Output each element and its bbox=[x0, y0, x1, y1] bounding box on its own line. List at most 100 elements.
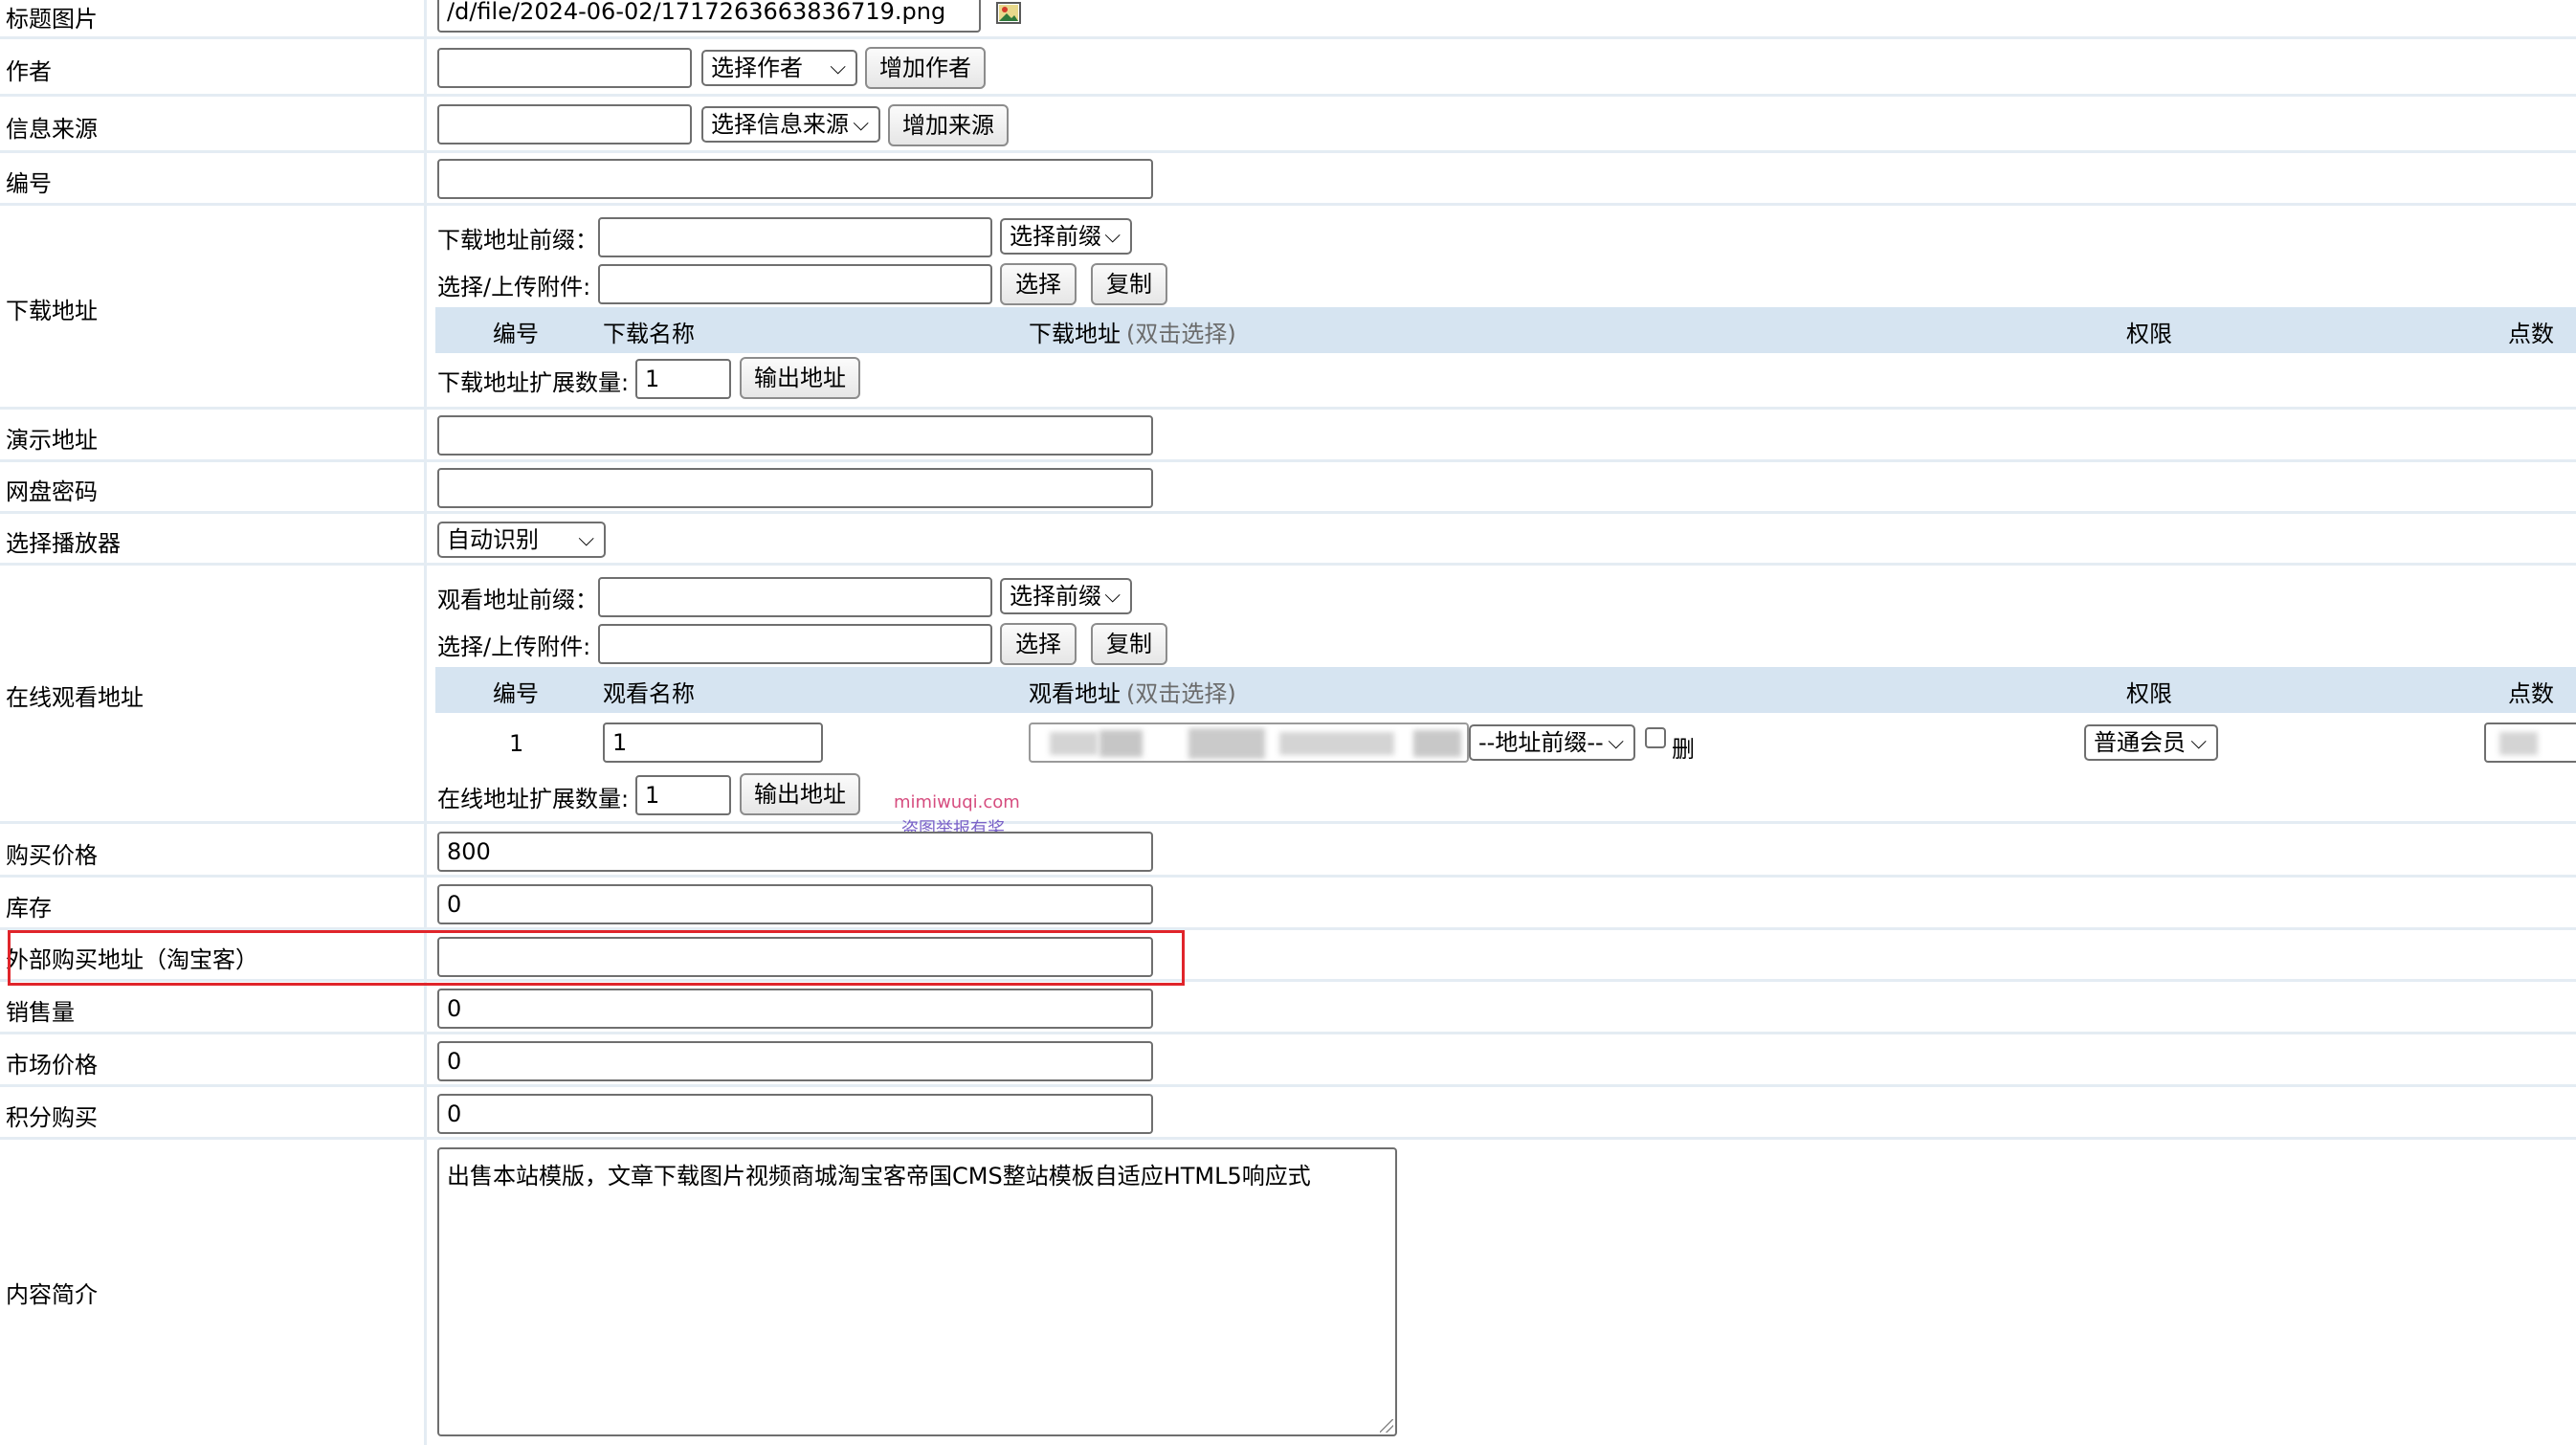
online-prefix-input[interactable] bbox=[598, 577, 992, 617]
online-upload-input[interactable] bbox=[598, 624, 992, 664]
stock-label: 库存 bbox=[6, 895, 52, 922]
online-row-url-input[interactable] bbox=[1029, 722, 1469, 763]
online-row-points-input[interactable] bbox=[2484, 722, 2576, 763]
highlight-box bbox=[8, 930, 1185, 986]
author-input[interactable] bbox=[437, 48, 692, 88]
col-number: 编号 bbox=[493, 680, 539, 707]
market-price-input[interactable]: 0 bbox=[437, 1041, 1153, 1081]
online-prefix-label: 观看地址前缀： bbox=[437, 587, 598, 613]
price-input[interactable]: 800 bbox=[437, 832, 1153, 872]
row-serial: 编号 bbox=[0, 153, 2576, 206]
demo-label: 演示地址 bbox=[6, 427, 98, 454]
pan-password-label: 网盘密码 bbox=[6, 478, 98, 505]
points-buy-input[interactable]: 0 bbox=[437, 1094, 1153, 1134]
col-download-url: 下载地址 bbox=[1029, 321, 1121, 347]
serial-label: 编号 bbox=[6, 170, 52, 197]
online-ext-label: 在线地址扩展数量: bbox=[437, 786, 630, 812]
col-watch-name: 观看名称 bbox=[603, 680, 695, 707]
online-row-name-input[interactable]: 1 bbox=[603, 722, 823, 763]
watermark-line1: mimiwuqi.com bbox=[894, 792, 1020, 812]
source-select[interactable]: 选择信息来源 ⌵ bbox=[701, 106, 880, 143]
row-market-price: 市场价格 0 bbox=[0, 1034, 2576, 1087]
summary-textarea[interactable]: 出售本站模版，文章下载图片视频商城淘宝客帝国CMS整站模板自适应HTML5响应式 bbox=[437, 1147, 1397, 1436]
download-upload-label: 选择/上传附件: bbox=[437, 274, 591, 300]
online-copy-button[interactable]: 复制 bbox=[1091, 623, 1167, 665]
chevron-down-icon: ⌵ bbox=[1608, 730, 1624, 754]
sales-label: 销售量 bbox=[6, 999, 75, 1026]
online-prefix-select[interactable]: 选择前缀 ⌵ bbox=[1000, 578, 1132, 614]
title-image-label: 标题图片 bbox=[6, 6, 98, 33]
online-prefix-select-value: 选择前缀 bbox=[1010, 583, 1101, 610]
article-edit-form: 标题图片 /d/file/2024-06-02/1717263663836719… bbox=[0, 0, 2576, 1445]
download-prefix-select-value: 选择前缀 bbox=[1010, 223, 1101, 250]
online-upload-label: 选择/上传附件: bbox=[437, 634, 591, 660]
image-picker-icon[interactable] bbox=[994, 0, 1023, 25]
download-upload-input[interactable] bbox=[598, 264, 992, 304]
player-label: 选择播放器 bbox=[6, 530, 121, 557]
chevron-down-icon: ⌵ bbox=[2190, 730, 2207, 754]
col-download-name: 下载名称 bbox=[603, 321, 695, 347]
col-url-hint: (双击选择) bbox=[1126, 680, 1236, 707]
delete-checkbox[interactable] bbox=[1645, 727, 1666, 748]
col-watch-url: 观看地址 bbox=[1029, 680, 1121, 707]
row-player: 选择播放器 自动识别 ⌵ bbox=[0, 514, 2576, 566]
row-author: 作者 选择作者 ⌵ 增加作者 bbox=[0, 39, 2576, 97]
source-input[interactable] bbox=[437, 104, 692, 144]
title-image-input[interactable]: /d/file/2024-06-02/1717263663836719.png bbox=[437, 0, 981, 33]
demo-input[interactable] bbox=[437, 415, 1153, 456]
author-label: 作者 bbox=[6, 58, 52, 85]
author-select[interactable]: 选择作者 ⌵ bbox=[701, 50, 857, 86]
chevron-down-icon: ⌵ bbox=[830, 56, 846, 79]
pan-password-input[interactable] bbox=[437, 468, 1153, 508]
blurred-content bbox=[1413, 730, 1461, 757]
chevron-down-icon: ⌵ bbox=[853, 112, 869, 136]
row-online: 在线观看地址 观看地址前缀： 选择前缀 ⌵ 选择/上传附件: 选择 复制 编号 观… bbox=[0, 566, 2576, 824]
source-label: 信息来源 bbox=[6, 116, 98, 143]
col-points: 点数 bbox=[2508, 321, 2554, 347]
online-row-prefix-select[interactable]: --地址前缀-- ⌵ bbox=[1469, 724, 1635, 761]
delete-label: 删 bbox=[1672, 736, 1695, 763]
online-row-number: 1 bbox=[509, 730, 524, 757]
download-prefix-select[interactable]: 选择前缀 ⌵ bbox=[1000, 218, 1132, 255]
player-select-value: 自动识别 bbox=[447, 526, 539, 553]
summary-text: 出售本站模版，文章下载图片视频商城淘宝客帝国CMS整站模板自适应HTML5响应式 bbox=[447, 1163, 1311, 1189]
chevron-down-icon: ⌵ bbox=[1104, 584, 1121, 608]
row-source: 信息来源 选择信息来源 ⌵ 增加来源 bbox=[0, 97, 2576, 153]
online-row-prefix-value: --地址前缀-- bbox=[1478, 729, 1604, 756]
sales-input[interactable]: 0 bbox=[437, 989, 1153, 1029]
online-row-permission-value: 普通会员 bbox=[2094, 729, 2186, 756]
col-number: 编号 bbox=[493, 321, 539, 347]
col-permission: 权限 bbox=[2126, 680, 2172, 707]
online-label: 在线观看地址 bbox=[6, 684, 144, 711]
online-output-button[interactable]: 输出地址 bbox=[740, 773, 860, 815]
download-ext-input[interactable]: 1 bbox=[635, 359, 731, 399]
download-copy-button[interactable]: 复制 bbox=[1091, 263, 1167, 305]
stock-input[interactable]: 0 bbox=[437, 884, 1153, 924]
resize-grip-icon[interactable] bbox=[1380, 1419, 1393, 1433]
download-prefix-input[interactable] bbox=[598, 217, 992, 257]
add-author-button[interactable]: 增加作者 bbox=[865, 47, 986, 89]
serial-input[interactable] bbox=[437, 159, 1153, 199]
online-choose-button[interactable]: 选择 bbox=[1000, 623, 1077, 665]
download-choose-button[interactable]: 选择 bbox=[1000, 263, 1077, 305]
row-price: 购买价格 800 bbox=[0, 824, 2576, 878]
blurred-content bbox=[1279, 732, 1394, 755]
price-label: 购买价格 bbox=[6, 842, 98, 869]
online-table-header: 编号 观看名称 观看地址 (双击选择) 权限 点数 bbox=[435, 667, 2576, 713]
download-output-button[interactable]: 输出地址 bbox=[740, 357, 860, 399]
add-source-button[interactable]: 增加来源 bbox=[888, 104, 1009, 146]
download-prefix-label: 下载地址前缀： bbox=[437, 227, 598, 254]
col-url-hint: (双击选择) bbox=[1126, 321, 1236, 347]
player-select[interactable]: 自动识别 ⌵ bbox=[437, 522, 606, 558]
online-row-permission-select[interactable]: 普通会员 ⌵ bbox=[2084, 724, 2218, 761]
source-select-value: 选择信息来源 bbox=[711, 111, 849, 138]
download-table-header: 编号 下载名称 下载地址 (双击选择) 权限 点数 bbox=[435, 307, 2576, 353]
download-ext-label: 下载地址扩展数量: bbox=[437, 369, 630, 396]
online-ext-input[interactable]: 1 bbox=[635, 775, 731, 815]
row-download: 下载地址 下载地址前缀： 选择前缀 ⌵ 选择/上传附件: 选择 复制 编号 下载名… bbox=[0, 206, 2576, 410]
summary-label: 内容简介 bbox=[6, 1281, 98, 1308]
col-permission: 权限 bbox=[2126, 321, 2172, 347]
row-demo: 演示地址 bbox=[0, 410, 2576, 462]
blurred-content bbox=[1099, 730, 1143, 757]
row-pan-password: 网盘密码 bbox=[0, 462, 2576, 514]
